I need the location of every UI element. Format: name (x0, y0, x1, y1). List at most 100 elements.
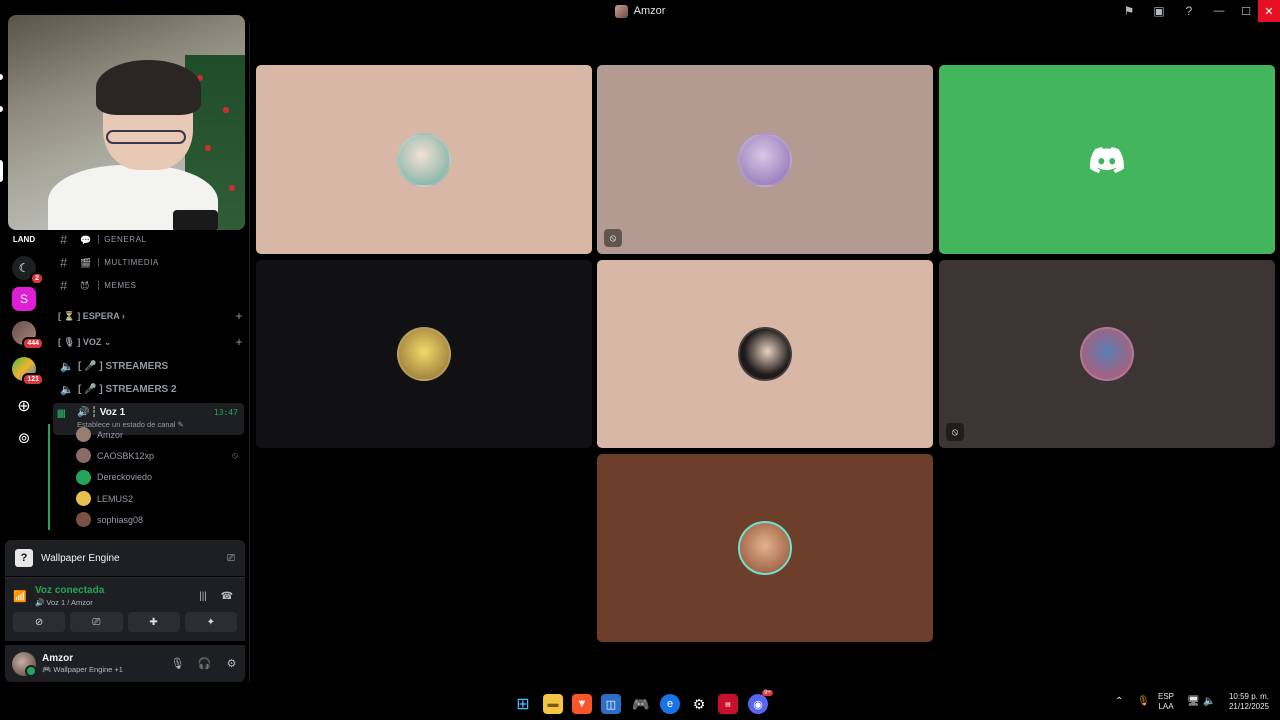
category-espera[interactable]: [ ⏳ ] ESPERA › + (50, 303, 250, 329)
server-folder-2[interactable]: 121 (12, 357, 44, 386)
voice-member[interactable]: sophiasg08 (50, 509, 248, 530)
connection-signal-icon[interactable]: 📶 (13, 590, 35, 603)
discover-icon[interactable]: ⊚ (12, 426, 36, 450)
close-button[interactable]: ✕ (1258, 0, 1280, 22)
participant-avatar (397, 327, 451, 381)
participant-tile[interactable] (597, 260, 933, 448)
disconnect-icon[interactable]: ☎ (215, 591, 239, 602)
channel-name: ┆ general (96, 235, 147, 244)
channel-emoji: 😈 (80, 280, 90, 291)
network-icon[interactable]: 🖥 (1187, 697, 1200, 707)
game-icon: ? (15, 549, 33, 567)
help-icon[interactable]: ? (1174, 0, 1204, 22)
file-explorer-icon[interactable]: ▬ (543, 694, 563, 714)
noise-suppression-icon[interactable]: ||| (191, 591, 215, 602)
user-info[interactable]: Amzor 🎮 Wallpaper Engine +1 (42, 653, 164, 674)
channel-emoji: 💬 (80, 234, 92, 245)
inbox-icon[interactable]: ▣ (1144, 0, 1174, 22)
member-name: sophiasg08 (97, 514, 144, 525)
voice-channel-streamers-2[interactable]: 🔈 [ 🎤 ] STREAMERS 2 (50, 378, 250, 401)
language-code: ESP (1158, 692, 1175, 701)
notification-badge: 9+ (762, 690, 773, 696)
share-screen-button[interactable]: ⎚ (70, 612, 123, 632)
avatar[interactable] (12, 651, 37, 677)
gamepad-icon[interactable]: 🎮 (631, 694, 651, 714)
channel-list: # 💬 ┆ general # 🎬 ┆ multimedia # 😈 ┆ mem… (50, 228, 250, 435)
minimize-button[interactable]: — (1204, 0, 1234, 22)
edge-icon[interactable]: e (660, 694, 680, 714)
unread-badge: 444 (22, 337, 44, 350)
user-status: 🎮 Wallpaper Engine +1 (42, 665, 123, 674)
hash-icon: # (60, 255, 68, 270)
rail-indicator-active (0, 160, 3, 182)
soundboard-button[interactable]: ✦ (184, 612, 237, 632)
voice-channel-path[interactable]: 🔊 Voz 1 / Amzor (35, 598, 191, 607)
server-s[interactable]: S (12, 287, 36, 311)
participant-tile[interactable]: ⦸ (939, 260, 1275, 448)
title-bar-controls: ⚑ ▣ ? — ☐ ✕ (1114, 0, 1280, 22)
brave-browser-icon[interactable]: ▼ (572, 694, 592, 714)
text-channel-general[interactable]: # 💬 ┆ general (50, 228, 250, 251)
maximize-button[interactable]: ☐ (1234, 0, 1258, 22)
category-label: [ 🎙 ] VOZ ⌄ (58, 336, 112, 347)
microphone-prop (173, 210, 218, 230)
add-channel-icon[interactable]: + (228, 335, 250, 349)
activity-panel[interactable]: ? Wallpaper Engine ⎚ (5, 540, 245, 576)
headphones-icon[interactable]: 🎧 (191, 657, 218, 670)
participant-tile[interactable] (939, 65, 1275, 254)
category-label: [ ⏳ ] ESPERA › (58, 310, 125, 321)
server-letter: S (19, 292, 28, 306)
keyboard-layout: LAA (1158, 702, 1174, 711)
activities-button[interactable]: ✚ (127, 612, 180, 632)
store-icon[interactable]: ◫ (601, 694, 621, 714)
voice-timer: 13:47 (213, 408, 238, 417)
participant-avatar (1080, 327, 1134, 381)
participant-tile[interactable] (597, 454, 933, 642)
clock[interactable]: 10:59 p. m. 21/12/2025 (1224, 692, 1274, 712)
voice-member[interactable]: CAOSBK12xp ⦸ (50, 445, 248, 466)
member-name: CAOSBK12xp (97, 450, 155, 461)
text-channel-memes[interactable]: # 😈 ┆ memes (50, 274, 250, 297)
stream-icon[interactable]: ⎚ (217, 553, 245, 564)
voice-member[interactable]: LEMUS2 (50, 488, 248, 509)
voice-channel-streamers[interactable]: 🔈 [ 🎤 ] STREAMERS (50, 355, 250, 378)
mic-tray-icon[interactable]: 🎙 (1137, 697, 1150, 707)
windows-start-icon[interactable]: ⊞ (513, 694, 533, 714)
volume-icon[interactable]: 🔈 (1203, 697, 1215, 707)
clock-time: 10:59 p. m. (1228, 692, 1270, 701)
speaker-locked-icon: 🔈 (60, 384, 74, 396)
speaker-icon: 🔊 (77, 407, 90, 418)
channel-name: ┆ multimedia (96, 258, 159, 267)
voice-connection-panel: 📶 Voz conectada 🔊 Voz 1 / Amzor ||| ☎ ⊘ … (5, 577, 245, 641)
participant-tile[interactable] (256, 65, 592, 254)
add-channel-icon[interactable]: + (228, 309, 250, 323)
participant-avatar (738, 132, 792, 187)
channel-emoji: 🎬 (80, 257, 92, 268)
category-voz[interactable]: [ 🎙 ] VOZ ⌄ + (50, 329, 250, 355)
voice-member[interactable]: Dereckoviedo (50, 467, 248, 488)
camera-off-button[interactable]: ⊘ (13, 612, 66, 632)
flag-icon[interactable]: ⚑ (1114, 0, 1144, 22)
tray-chevron-icon[interactable]: ⌃ (1115, 697, 1123, 707)
rail-indicator (0, 106, 3, 112)
settings-gear-icon[interactable]: ⚙ (218, 657, 245, 670)
participant-avatar (738, 521, 792, 575)
language-indicator[interactable]: ESP LAA (1158, 692, 1174, 712)
participant-avatar (738, 327, 792, 381)
steam-icon[interactable]: ⚙ (689, 694, 709, 714)
member-name: LEMUS2 (97, 493, 134, 504)
activity-name: Wallpaper Engine (41, 552, 120, 564)
voice-member[interactable]: Amzor (50, 424, 248, 445)
participant-tile[interactable]: ⦸ (597, 65, 933, 254)
app-icon[interactable]: ▤ (718, 694, 738, 714)
server-land[interactable]: LAND (12, 227, 36, 251)
voice-status[interactable]: Voz conectada (35, 585, 191, 596)
add-server-icon[interactable]: ⊕ (12, 394, 36, 418)
discord-taskbar-icon[interactable]: ◉ 9+ (748, 690, 773, 714)
server-icon[interactable]: ☾ 2 (12, 256, 44, 285)
server-folder[interactable]: 444 (12, 321, 44, 350)
microphone-icon[interactable]: 🎙 (164, 657, 191, 670)
user-name: Amzor (42, 653, 74, 664)
participant-tile[interactable] (256, 260, 592, 448)
text-channel-multimedia[interactable]: # 🎬 ┆ multimedia (50, 251, 250, 274)
